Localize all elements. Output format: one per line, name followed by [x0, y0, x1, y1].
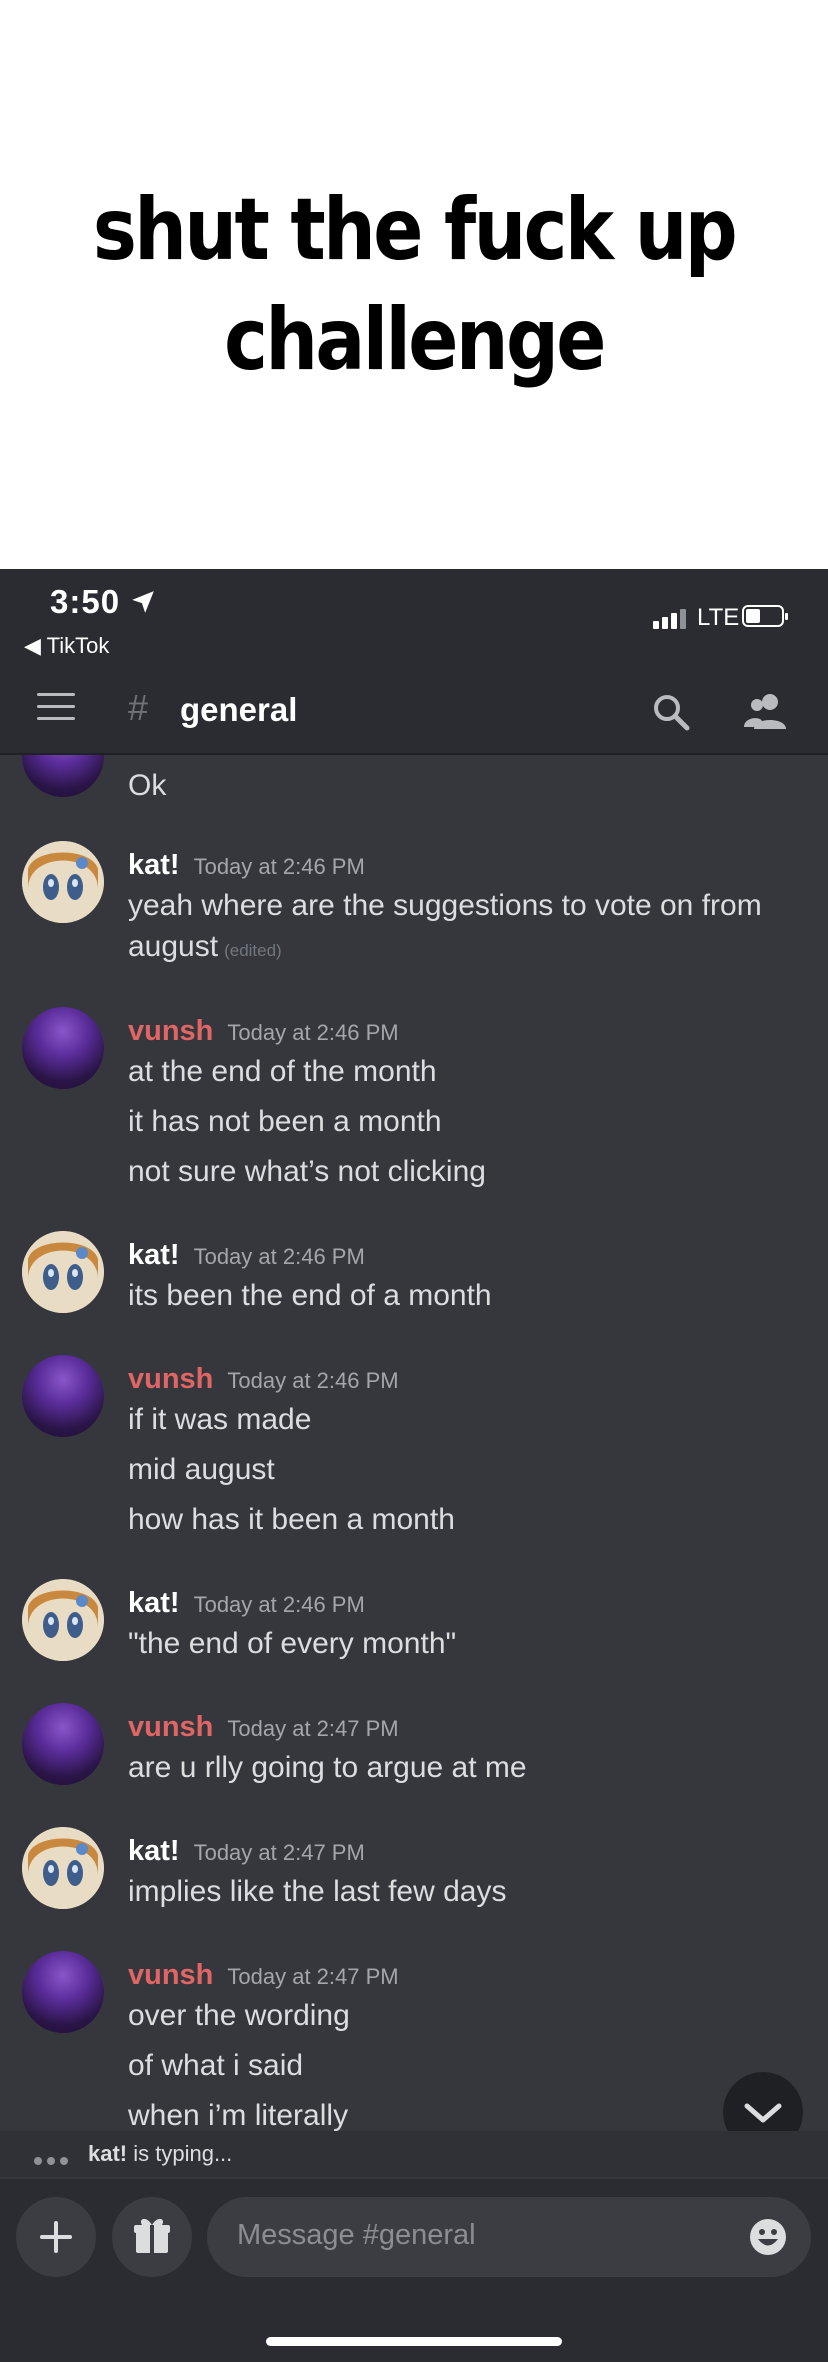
message-author[interactable]: kat! Today at 2:47 PM: [128, 1835, 365, 1868]
message-line: if it was made: [128, 1403, 312, 1436]
typing-indicator: kat! is typing...: [0, 2131, 828, 2177]
message-author[interactable]: kat! Today at 2:46 PM: [128, 1239, 365, 1272]
message-author[interactable]: vunsh Today at 2:47 PM: [128, 1711, 399, 1744]
message-line: implies like the last few days: [128, 1875, 507, 1908]
signal-icon: [653, 609, 689, 629]
message-input[interactable]: Message #general: [207, 2197, 811, 2277]
message-author[interactable]: vunsh Today at 2:46 PM: [128, 1015, 399, 1048]
network-label: LTE: [697, 604, 740, 631]
message-line: it has not been a month: [128, 1105, 442, 1138]
channel-name[interactable]: general: [180, 691, 297, 729]
message-author[interactable]: kat! Today at 2:46 PM: [128, 849, 365, 882]
message-composer: Message #general: [0, 2179, 828, 2362]
message-timestamp: Today at 2:46 PM: [193, 1244, 365, 1269]
battery-icon: [742, 605, 788, 627]
message-timestamp: Today at 2:46 PM: [193, 1592, 365, 1617]
meme-caption: shut the fuck up challenge: [0, 0, 828, 569]
avatar-vunsh[interactable]: [22, 1951, 104, 2033]
avatar-kat[interactable]: [22, 1827, 104, 1909]
caption-line-1: shut the fuck up: [92, 179, 738, 280]
avatar-vunsh[interactable]: [22, 1355, 104, 1437]
message-timestamp: Today at 2:47 PM: [193, 1840, 365, 1865]
message-list[interactable]: Ok kat! Today at 2:46 PM yeah where are t…: [0, 755, 828, 2135]
plus-icon: [40, 2221, 72, 2253]
emoji-icon[interactable]: [749, 2218, 787, 2256]
back-to-app-link[interactable]: ◀ TikTok: [24, 633, 109, 659]
message-line: its been the end of a month: [128, 1279, 492, 1312]
home-indicator[interactable]: [266, 2337, 562, 2346]
avatar-vunsh[interactable]: [22, 1007, 104, 1089]
message-line: not sure what’s not clicking: [128, 1155, 486, 1188]
discord-app: 3:50 ◀ TikTok LTE # general Ok kat! Today…: [0, 569, 828, 2362]
menu-icon[interactable]: [37, 693, 75, 723]
channel-header: # general: [0, 669, 828, 755]
message-line: are u rlly going to argue at me: [128, 1751, 527, 1784]
avatar-kat[interactable]: [22, 1579, 104, 1661]
message-line: august (edited): [128, 930, 282, 963]
message-timestamp: Today at 2:46 PM: [227, 1368, 399, 1393]
gift-icon: [134, 2218, 170, 2253]
message-timestamp: Today at 2:47 PM: [227, 1964, 399, 1989]
message-line: "the end of every month": [128, 1627, 457, 1660]
message-timestamp: Today at 2:47 PM: [227, 1716, 399, 1741]
channel-hash-icon: #: [128, 687, 149, 728]
message-input-placeholder: Message #general: [237, 2219, 476, 2251]
message-timestamp: Today at 2:46 PM: [193, 854, 365, 879]
gift-button[interactable]: [112, 2197, 192, 2277]
caption-line-2: challenge: [224, 289, 606, 390]
search-icon[interactable]: [652, 693, 690, 731]
avatar-vunsh[interactable]: [22, 1703, 104, 1785]
message-line: at the end of the month: [128, 1055, 437, 1088]
message-line: of what i said: [128, 2049, 304, 2082]
avatar-vunsh[interactable]: [22, 755, 104, 797]
edited-label: (edited): [224, 941, 282, 960]
typing-dots-icon: [34, 2145, 73, 2171]
message-line: how has it been a month: [128, 1503, 455, 1536]
caption-text: shut the fuck up challenge: [58, 175, 770, 395]
avatar-kat[interactable]: [22, 1231, 104, 1313]
message-line: Ok: [128, 769, 167, 802]
message-author[interactable]: vunsh Today at 2:46 PM: [128, 1363, 399, 1396]
status-bar: 3:50 ◀ TikTok LTE: [0, 569, 828, 669]
message-line: over the wording: [128, 1999, 350, 2032]
message-line: when i’m literally: [128, 2099, 349, 2132]
message-author[interactable]: kat! Today at 2:46 PM: [128, 1587, 365, 1620]
message-author[interactable]: vunsh Today at 2:47 PM: [128, 1959, 399, 1992]
add-attachment-button[interactable]: [16, 2197, 96, 2277]
status-time: 3:50: [50, 583, 121, 620]
message-line: mid august: [128, 1453, 275, 1486]
members-icon[interactable]: [744, 691, 788, 731]
typing-text: kat! is typing...: [88, 2141, 233, 2166]
message-timestamp: Today at 2:46 PM: [227, 1020, 399, 1045]
avatar-kat[interactable]: [22, 841, 104, 923]
message-line: yeah where are the suggestions to vote o…: [128, 889, 762, 922]
location-arrow-icon: [132, 591, 154, 613]
